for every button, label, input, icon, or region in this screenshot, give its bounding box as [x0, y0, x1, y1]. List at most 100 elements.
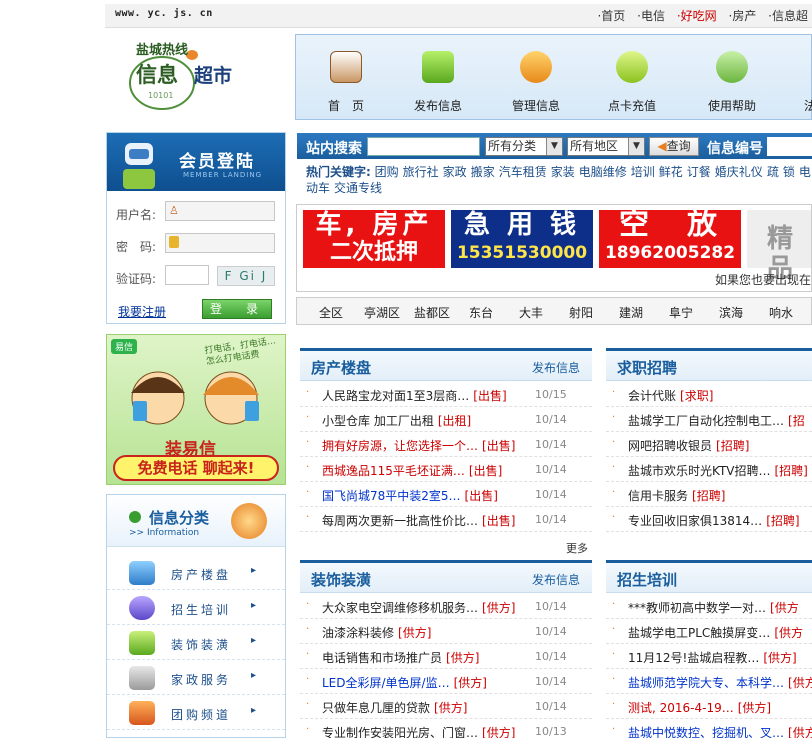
hot-keyword[interactable]: 疏	[767, 165, 779, 179]
list-item[interactable]: · 大众家电空调维修移机服务… [供方] 10/14	[300, 594, 592, 619]
district-item[interactable]: 盐都区	[414, 304, 450, 321]
hot-keyword[interactable]: 电脑维修	[579, 165, 627, 179]
top-link-home[interactable]: ·首页	[597, 9, 625, 23]
list-item-link[interactable]: 测试, 2016-4-19… [供方]	[628, 699, 771, 716]
hot-keyword[interactable]: 家装	[551, 165, 575, 179]
district-item[interactable]: 全区	[319, 304, 343, 321]
category-housekeeping[interactable]: 家政服务 ▸	[107, 660, 285, 695]
district-item[interactable]: 阜宁	[669, 304, 693, 321]
hot-keyword[interactable]: 交通专线	[334, 181, 382, 195]
list-item-title[interactable]: 人民路宝龙对面1至3层商…	[322, 389, 469, 403]
list-item[interactable]: · 国飞尚城78平中装2室5… [出售] 10/14	[300, 482, 592, 507]
list-item-link[interactable]: 盐城中悦数控、挖掘机、叉… [供方	[628, 724, 812, 738]
nav-help[interactable]: 使用帮助	[692, 43, 772, 114]
hot-keyword[interactable]: 旅行社	[403, 165, 439, 179]
list-item-title[interactable]: 电话销售和市场推广员	[322, 651, 442, 665]
password-input[interactable]	[165, 233, 275, 253]
hot-keyword[interactable]: 培训	[631, 165, 655, 179]
list-item-title[interactable]: 盐城学工厂自动化控制电工…	[628, 414, 784, 428]
category-decoration[interactable]: 装饰装潢 ▸	[107, 625, 285, 660]
list-item-title[interactable]: 大众家电空调维修移机服务…	[322, 601, 478, 615]
list-item-title[interactable]: 盐城市欢乐时光KTV招聘…	[628, 464, 770, 478]
top-link-house[interactable]: ·房产	[728, 9, 756, 23]
nav-publish[interactable]: 发布信息	[398, 43, 478, 114]
captcha-input[interactable]	[165, 265, 209, 285]
category-groupbuy[interactable]: 团购频道 ▸	[107, 695, 285, 730]
list-item-title[interactable]: 会计代账	[628, 389, 676, 403]
list-item[interactable]: · ***教师初高中数学一对… [供方	[606, 594, 812, 619]
district-item[interactable]: 射阳	[569, 304, 593, 321]
district-item[interactable]: 建湖	[619, 304, 643, 321]
list-item[interactable]: · 专业制作安装阳光房、门窗… [供方] 10/13	[300, 719, 592, 738]
list-item[interactable]: · 会计代账 [求职]	[606, 382, 812, 407]
list-item-link[interactable]: 专业回收旧家俱13814… [招聘]	[628, 512, 800, 529]
list-item-title[interactable]: 盐城师范学院大专、本科学…	[628, 676, 784, 690]
list-item-title[interactable]: 拥有好房源，让您选择一个…	[322, 439, 478, 453]
banner-loan[interactable]: 空 放 18962005282	[599, 210, 741, 268]
list-item-link[interactable]: 会计代账 [求职]	[628, 387, 713, 404]
list-item[interactable]: · 盐城师范学院大专、本科学… [供方	[606, 669, 812, 694]
district-item[interactable]: 东台	[469, 304, 493, 321]
list-item-link[interactable]: 信用卡服务 [招聘]	[628, 487, 725, 504]
list-item[interactable]: · LED全彩屏/单色屏/监… [供方] 10/14	[300, 669, 592, 694]
district-item[interactable]: 响水	[769, 304, 793, 321]
list-item[interactable]: · 油漆涂料装修 [供方] 10/14	[300, 619, 592, 644]
list-item-link[interactable]: 大众家电空调维修移机服务… [供方]	[322, 599, 515, 616]
publish-info-link[interactable]: 发布信息	[532, 359, 580, 376]
list-item-link[interactable]: 盐城学电工PLC触摸屏变… [供方	[628, 624, 803, 641]
hot-keyword[interactable]: 鲜花	[659, 165, 683, 179]
site-logo[interactable]: 盐城热线 信息 超市 10101	[122, 35, 292, 115]
search-input[interactable]	[367, 137, 480, 156]
hot-keyword[interactable]: 订餐	[687, 165, 711, 179]
list-item-link[interactable]: 专业制作安装阳光房、门窗… [供方]	[322, 724, 515, 738]
nav-recharge[interactable]: 点卡充值	[592, 43, 672, 114]
list-item[interactable]: · 11月12号!盐城启程教… [供方]	[606, 644, 812, 669]
list-item-title[interactable]: 盐城中悦数控、挖掘机、叉…	[628, 726, 784, 738]
list-item[interactable]: · 网吧招聘收银员 [招聘]	[606, 432, 812, 457]
list-item-link[interactable]: 每周两次更新一批高性价比… [出售]	[322, 512, 515, 529]
list-item-link[interactable]: 网吧招聘收银员 [招聘]	[628, 437, 749, 454]
list-item-title[interactable]: ***教师初高中数学一对…	[628, 601, 766, 615]
top-link-info[interactable]: ·信息超	[768, 9, 808, 23]
list-item-title[interactable]: 国飞尚城78平中装2室5…	[322, 489, 461, 503]
list-item-title[interactable]: 西城逸品115平毛坯证满…	[322, 464, 465, 478]
banner-mortgage[interactable]: 车, 房产 二次抵押	[303, 210, 445, 268]
list-item-link[interactable]: 只做年息几厘的贷款 [供方]	[322, 699, 467, 716]
login-button[interactable]: 登 录	[202, 299, 272, 319]
hot-keyword[interactable]: 汽车租赁	[499, 165, 547, 179]
more-link[interactable]: 更多	[566, 540, 588, 556]
category-education[interactable]: 招生培训 ▸	[107, 590, 285, 625]
list-item-link[interactable]: 11月12号!盐城启程教… [供方]	[628, 649, 797, 666]
category-house[interactable]: 房产楼盘 ▸	[107, 555, 285, 590]
list-item-title[interactable]: LED全彩屏/单色屏/监…	[322, 676, 450, 690]
list-item-title[interactable]: 测试, 2016-4-19…	[628, 701, 734, 715]
publish-info-link[interactable]: 发布信息	[532, 571, 580, 588]
top-link-food[interactable]: ·好吃网	[677, 9, 717, 23]
list-item[interactable]: · 每周两次更新一批高性价比… [出售] 10/14	[300, 507, 592, 532]
list-item-link[interactable]: 小型仓库 加工厂出租 [出租]	[322, 412, 471, 429]
list-item[interactable]: · 小型仓库 加工厂出租 [出租] 10/14	[300, 407, 592, 432]
list-item[interactable]: · 盐城中悦数控、挖掘机、叉… [供方	[606, 719, 812, 738]
hot-keyword[interactable]: 婚庆礼仪	[715, 165, 763, 179]
yixin-ad-banner[interactable]: 易信 打电话，打电话…怎么打电话费 装易信 免费电话 聊起来!	[106, 334, 286, 485]
district-item[interactable]: 亭湖区	[364, 304, 400, 321]
banner-premium[interactable]: 精 品	[747, 210, 811, 284]
list-item-link[interactable]: LED全彩屏/单色屏/监… [供方]	[322, 674, 487, 691]
info-number-input[interactable]	[767, 137, 812, 156]
list-item[interactable]: · 只做年息几厘的贷款 [供方] 10/14	[300, 694, 592, 719]
list-item-title[interactable]: 盐城学电工PLC触摸屏变…	[628, 626, 770, 640]
hot-keyword[interactable]: 家政	[443, 165, 467, 179]
list-item-title[interactable]: 网吧招聘收银员	[628, 439, 712, 453]
list-item-link[interactable]: 油漆涂料装修 [供方]	[322, 624, 431, 641]
list-item[interactable]: · 电话销售和市场推广员 [供方] 10/14	[300, 644, 592, 669]
list-item-link[interactable]: 盐城学工厂自动化控制电工… [招	[628, 412, 805, 429]
list-item-title[interactable]: 信用卡服务	[628, 489, 688, 503]
list-item[interactable]: · 信用卡服务 [招聘]	[606, 482, 812, 507]
hot-keyword[interactable]: 锁	[783, 165, 795, 179]
list-item-title[interactable]: 只做年息几厘的贷款	[322, 701, 430, 715]
category-select[interactable]: 所有分类 ▼	[485, 137, 563, 156]
list-item-link[interactable]: 盐城市欢乐时光KTV招聘… [招聘]	[628, 462, 808, 479]
list-item[interactable]: · 专业回收旧家俱13814… [招聘]	[606, 507, 812, 532]
list-item[interactable]: · 西城逸品115平毛坯证满… [出售] 10/14	[300, 457, 592, 482]
list-item[interactable]: · 人民路宝龙对面1至3层商… [出售] 10/15	[300, 382, 592, 407]
